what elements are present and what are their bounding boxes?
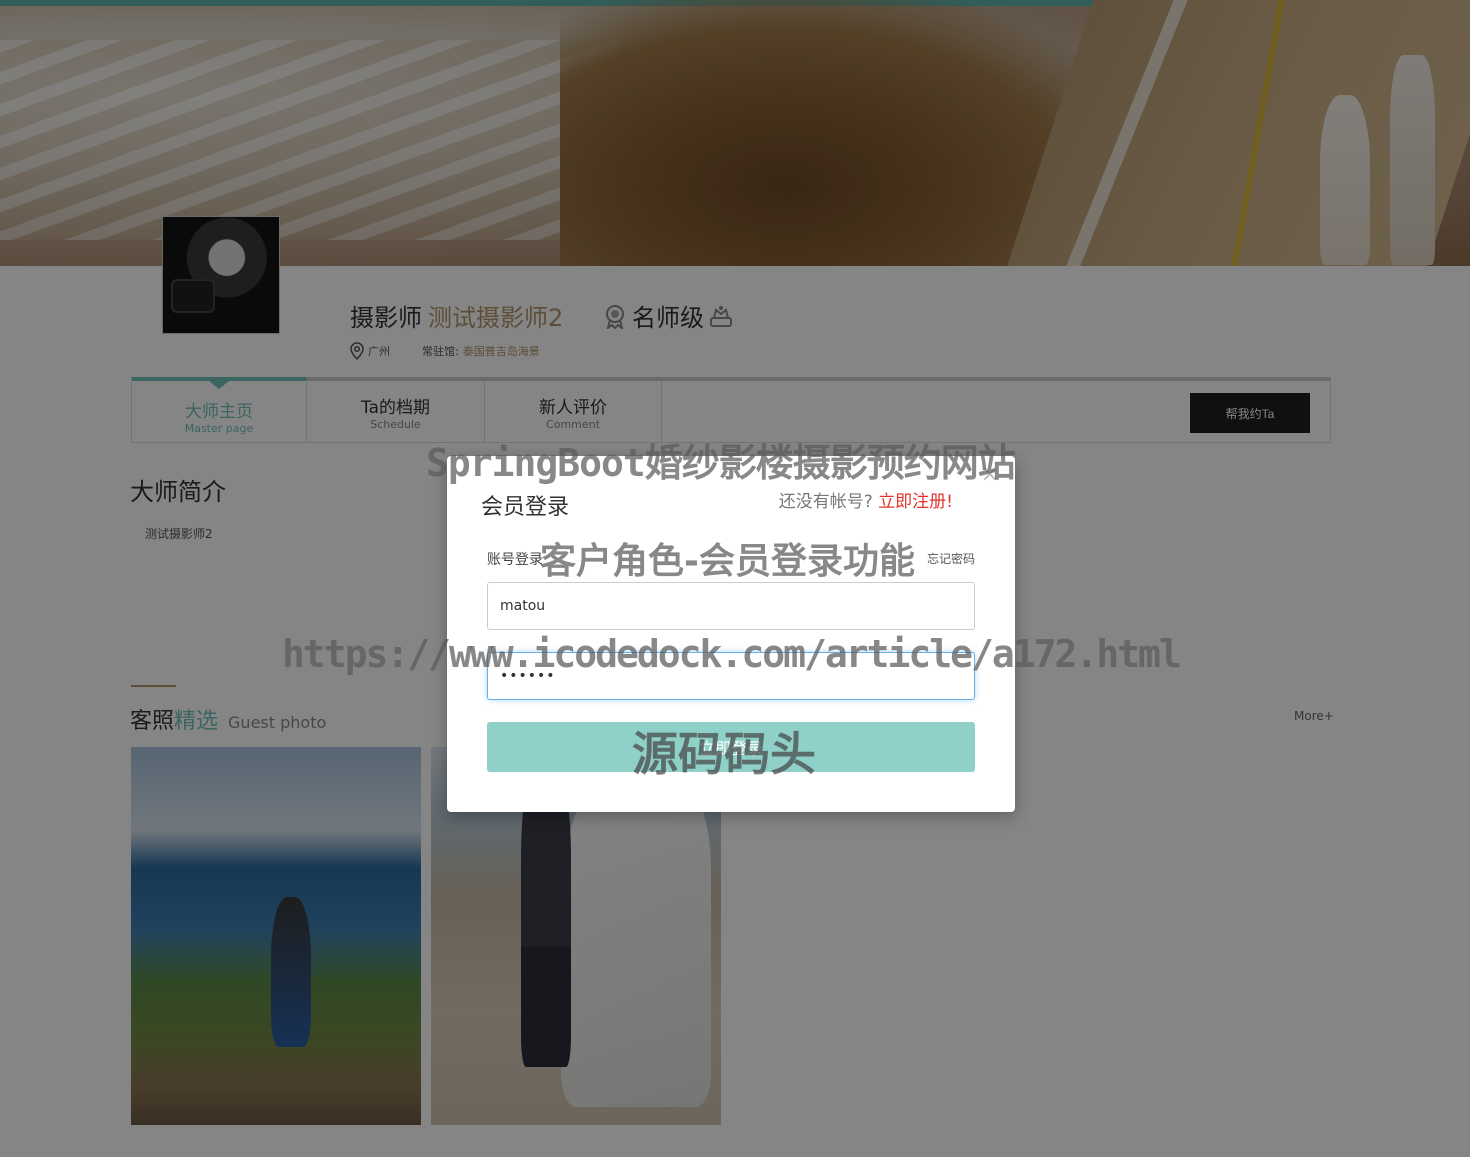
account-login-tab[interactable]: 账号登录 xyxy=(487,549,543,569)
register-link[interactable]: 立即注册! xyxy=(878,492,953,512)
username-input[interactable] xyxy=(487,582,975,630)
modal-title: 会员登录 xyxy=(481,495,570,520)
forgot-password-link[interactable]: 忘记密码 xyxy=(927,550,975,567)
watermark-title: SpringBoot婚纱影楼摄影预约网站 xyxy=(426,441,1016,485)
watermark-url: https://www.icodedock.com/article/a172.h… xyxy=(282,632,1182,676)
no-account-text: 还没有帐号? xyxy=(778,492,873,512)
register-prompt: 还没有帐号? 立即注册! xyxy=(779,487,953,512)
watermark-brand: 源码码头 xyxy=(632,727,816,781)
watermark-subtitle: 客户角色-会员登录功能 xyxy=(540,541,915,582)
